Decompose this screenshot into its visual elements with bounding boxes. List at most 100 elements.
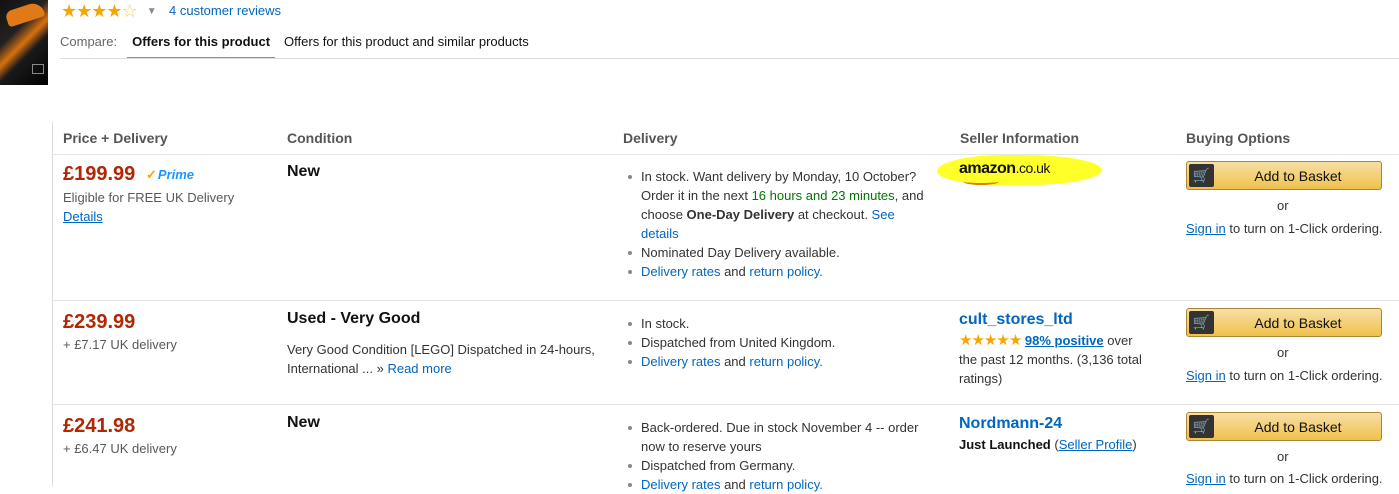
tab-offers-this-product[interactable]: Offers for this product [127, 30, 276, 59]
rating-text: the past 12 months. (3,136 total [959, 352, 1142, 367]
star-full-icon: ★ [996, 332, 1009, 349]
delivery-list: Back-ordered. Due in stock November 4 --… [628, 418, 938, 494]
table-row-divider [53, 154, 1399, 155]
star-full-icon: ★ [91, 1, 107, 21]
amazon-logo-text: amazon [959, 160, 1016, 177]
seller-rating: ★★★★★ 98% positive over the past 12 mont… [959, 331, 1159, 388]
add-to-basket-button[interactable]: 🛒 Add to Basket [1186, 161, 1382, 190]
delivery-text: In stock. Want delivery by Monday, 10 Oc… [641, 169, 917, 184]
delivery-text: at checkout. [794, 207, 872, 222]
add-to-basket-label: Add to Basket [1254, 419, 1342, 435]
or-text: or [1277, 345, 1289, 360]
delivery-item: Delivery rates and return policy. [628, 475, 938, 494]
offer-price: £199.99 [63, 163, 136, 185]
condition-description: Very Good Condition [LEGO] Dispatched in… [287, 340, 607, 378]
sign-in-link[interactable]: Sign in [1186, 368, 1226, 383]
signin-rest-text: to turn on 1-Click ordering. [1225, 368, 1383, 383]
delivery-text: and [720, 354, 750, 369]
delivery-item: In stock. [628, 314, 938, 333]
table-row-divider [53, 404, 1399, 405]
seller-name-link[interactable]: cult_stores_ltd [959, 311, 1073, 329]
cart-icon: 🛒 [1189, 164, 1214, 187]
rating-stars[interactable]: ★ ★ ★ ★ ☆ ▼ [61, 1, 157, 21]
delivery-text: Order it in the next [641, 188, 752, 203]
offer-condition: Used - Very Good [287, 310, 421, 327]
compare-tabs: Compare: Offers for this product Offers … [60, 30, 538, 59]
signin-rest-text: to turn on 1-Click ordering. [1225, 221, 1383, 236]
return-policy-link[interactable]: return policy. [749, 477, 822, 492]
signin-text: Sign in to turn on 1-Click ordering. [1186, 471, 1383, 486]
delivery-text: , and [894, 188, 924, 203]
delivery-text: now to reserve yours [641, 439, 762, 454]
delivery-note: Eligible for FREE UK Delivery [63, 190, 235, 205]
delivery-text: and [720, 264, 750, 279]
star-full-icon: ★ [61, 1, 77, 21]
signin-text: Sign in to turn on 1-Click ordering. [1186, 221, 1383, 236]
column-header-buying: Buying Options [1186, 130, 1291, 146]
delivery-text: and [720, 477, 750, 492]
delivery-rates-link[interactable]: Delivery rates [641, 354, 720, 369]
amazon-smile-icon [963, 178, 999, 185]
offer-condition: New [287, 414, 320, 431]
rating-text: over [1103, 333, 1133, 348]
return-policy-link[interactable]: return policy. [749, 354, 822, 369]
star-full-icon: ★ [971, 332, 984, 349]
seller-name-link[interactable]: Nordmann-24 [959, 415, 1062, 433]
countdown-text: 16 hours and 23 minutes [751, 188, 895, 203]
chevron-down-icon[interactable]: ▼ [147, 6, 157, 17]
positive-feedback-link[interactable]: 98% positive [1025, 333, 1104, 348]
delivery-item: Dispatched from Germany. [628, 456, 938, 475]
or-text: or [1277, 449, 1289, 464]
star-full-icon: ★ [983, 332, 997, 349]
star-half-icon: ☆ [121, 1, 138, 21]
details-link[interactable]: Details [63, 209, 103, 224]
signin-rest-text: to turn on 1-Click ordering. [1225, 471, 1383, 486]
cart-icon: 🛒 [1189, 415, 1214, 438]
prime-check-icon: ✓ [146, 167, 157, 182]
or-text: or [1277, 198, 1289, 213]
one-day-delivery-text: One-Day Delivery [686, 207, 795, 222]
offer-condition: New [287, 163, 320, 180]
delivery-rates-link[interactable]: Delivery rates [641, 264, 720, 279]
customer-reviews-link[interactable]: 4 customer reviews [169, 3, 281, 18]
prime-label: Prime [157, 167, 195, 182]
star-full-icon: ★ [106, 1, 122, 21]
condition-desc-text: Very Good Condition [LEGO] Dispatched in… [287, 342, 595, 357]
delivery-item: Delivery rates and return policy. [628, 352, 938, 371]
seller-profile-link[interactable]: Seller Profile [1059, 437, 1133, 452]
product-image-car [4, 0, 46, 28]
signin-text: Sign in to turn on 1-Click ordering. [1186, 368, 1383, 383]
see-details-link[interactable]: details [641, 226, 679, 241]
amazon-logo: amazon.co.uk [959, 160, 1050, 178]
delivery-rates-link[interactable]: Delivery rates [641, 477, 720, 492]
add-to-basket-label: Add to Basket [1254, 315, 1342, 331]
delivery-text: Back-ordered. Due in stock November 4 --… [641, 420, 919, 435]
column-header-delivery: Delivery [623, 130, 678, 146]
sign-in-link[interactable]: Sign in [1186, 221, 1226, 236]
delivery-note: + £6.47 UK delivery [63, 441, 177, 456]
offer-price: £241.98 [63, 415, 136, 437]
add-to-basket-label: Add to Basket [1254, 168, 1342, 184]
tab-offers-similar-products[interactable]: Offers for this product and similar prod… [279, 30, 534, 59]
column-header-price: Price + Delivery [63, 130, 168, 146]
read-more-link[interactable]: Read more [387, 361, 451, 376]
see-details-link[interactable]: See [872, 207, 895, 222]
delivery-item: Nominated Day Delivery available. [628, 243, 938, 262]
sign-in-link[interactable]: Sign in [1186, 471, 1226, 486]
seller-info: Just Launched (Seller Profile) [959, 435, 1159, 454]
paren-text: ) [1132, 437, 1137, 452]
star-full-icon: ★ [76, 1, 92, 21]
table-border [52, 122, 53, 486]
add-to-basket-button[interactable]: 🛒 Add to Basket [1186, 308, 1382, 337]
column-header-seller: Seller Information [960, 130, 1080, 146]
amazon-logo-domain: .co.uk [1015, 160, 1051, 176]
compare-label: Compare: [60, 34, 118, 49]
condition-desc-text: International ... » [287, 361, 388, 376]
column-header-condition: Condition [287, 130, 353, 146]
offer-price: £239.99 [63, 311, 136, 333]
product-thumbnail[interactable] [0, 0, 48, 85]
return-policy-link[interactable]: return policy. [749, 264, 822, 279]
delivery-item: Back-ordered. Due in stock November 4 --… [628, 418, 938, 456]
prime-badge: ✓Prime [146, 167, 194, 183]
add-to-basket-button[interactable]: 🛒 Add to Basket [1186, 412, 1382, 441]
